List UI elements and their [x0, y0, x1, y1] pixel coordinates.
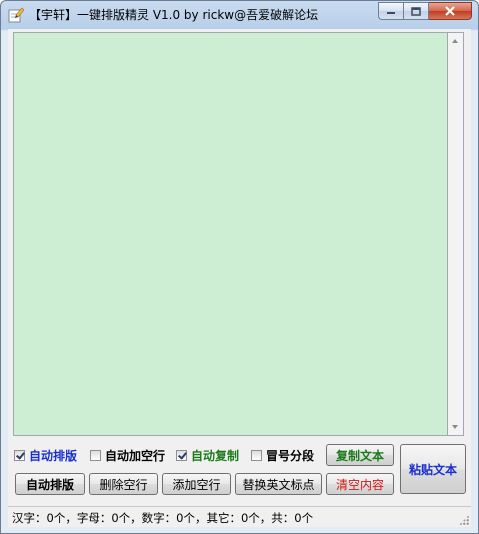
maximize-button[interactable]	[404, 2, 429, 20]
copy-text-button[interactable]: 复制文本	[326, 444, 394, 466]
clear-content-button[interactable]: 清空内容	[326, 473, 394, 495]
vertical-scrollbar[interactable]	[447, 32, 464, 436]
checkbox-label: 冒号分段	[266, 448, 315, 463]
checkbox-box[interactable]	[14, 449, 25, 461]
auto-add-blank-checkbox[interactable]: 自动加空行	[90, 447, 165, 463]
checkbox-label: 自动复制	[191, 448, 240, 463]
add-blank-lines-button[interactable]: 添加空行	[162, 473, 231, 495]
checkbox-label: 自动加空行	[105, 448, 166, 463]
title-bar[interactable]: 【宇轩】一键排版精灵 V1.0 by rickw@吾爱破解论坛	[1, 1, 478, 29]
delete-blank-lines-button[interactable]: 删除空行	[89, 473, 158, 495]
colon-paragraph-checkbox[interactable]: 冒号分段	[251, 447, 314, 463]
scroll-down-icon[interactable]	[452, 425, 458, 429]
resize-grip-icon[interactable]	[459, 515, 469, 525]
auto-format-checkbox[interactable]: 自动排版	[14, 447, 77, 463]
client-area: 自动排版 自动加空行 自动复制 冒号分段 复制文本 粘贴文本 自动排版 删除空行…	[8, 29, 471, 527]
checkbox-box[interactable]	[90, 449, 101, 461]
scroll-up-icon[interactable]	[452, 39, 458, 43]
text-editor[interactable]	[13, 32, 447, 436]
auto-format-button[interactable]: 自动排版	[15, 473, 85, 495]
close-icon	[445, 6, 455, 16]
character-count-status: 汉字：0个，字母：0个，数字：0个，其它：0个，共：0个	[12, 511, 314, 525]
main-window: 【宇轩】一键排版精灵 V1.0 by rickw@吾爱破解论坛 自动排版 自动加…	[0, 0, 479, 534]
maximize-icon	[411, 6, 421, 16]
status-bar: 汉字：0个，字母：0个，数字：0个，其它：0个，共：0个	[8, 506, 471, 527]
checkbox-label: 自动排版	[29, 448, 78, 463]
auto-copy-checkbox[interactable]: 自动复制	[176, 447, 239, 463]
minimize-button[interactable]	[378, 2, 404, 20]
paste-text-button[interactable]: 粘贴文本	[400, 444, 466, 494]
close-button[interactable]	[429, 2, 472, 20]
replace-english-punctuation-button[interactable]: 替换英文标点	[235, 473, 322, 495]
checkbox-box[interactable]	[251, 449, 262, 461]
minimize-icon	[387, 12, 395, 14]
caption-buttons	[378, 2, 472, 21]
window-title: 【宇轩】一键排版精灵 V1.0 by rickw@吾爱破解论坛	[29, 8, 319, 22]
notepad-pencil-icon	[8, 7, 24, 23]
checkbox-box[interactable]	[176, 449, 187, 461]
